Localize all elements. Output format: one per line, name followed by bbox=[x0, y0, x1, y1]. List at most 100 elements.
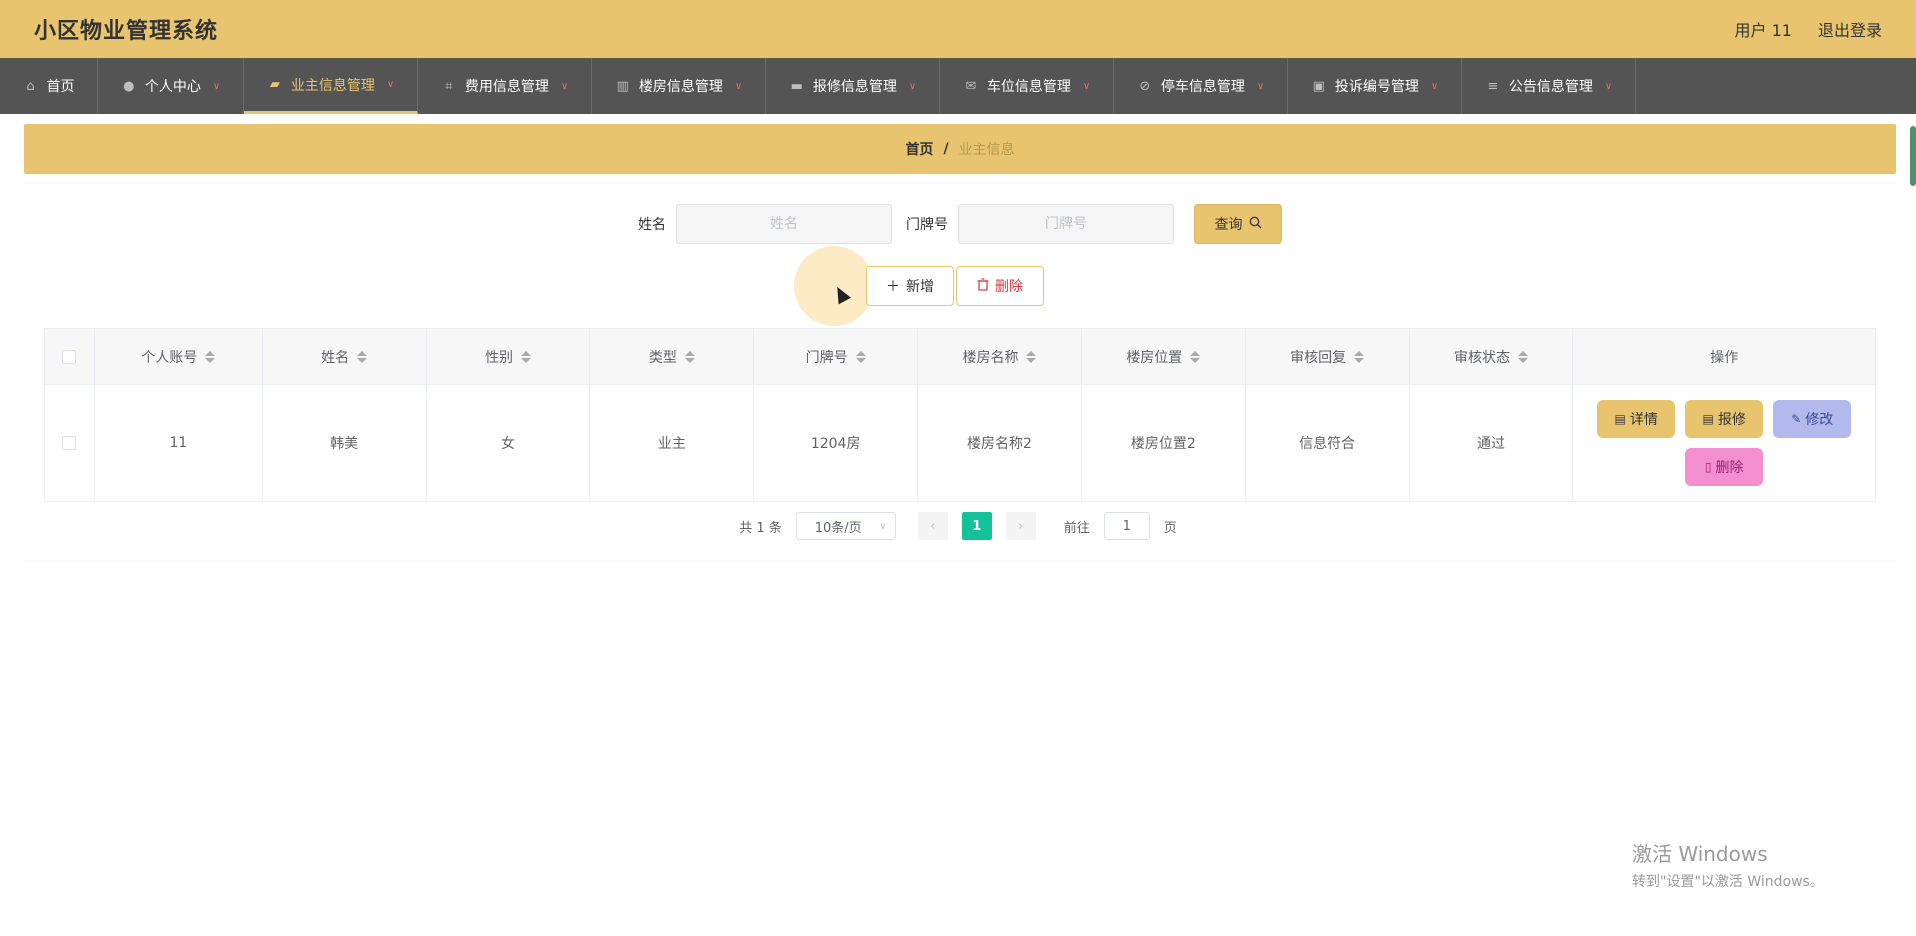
column-header: 类型 bbox=[590, 329, 755, 384]
detail-button[interactable]: ▤ 详情 bbox=[1597, 400, 1676, 438]
query-label: 查询 bbox=[1214, 217, 1243, 233]
edit-button[interactable]: ✎ 修改 bbox=[1773, 400, 1852, 438]
chevron-down-icon: ∨ bbox=[908, 80, 917, 92]
breadcrumb-home[interactable]: 首页 bbox=[905, 139, 933, 159]
nav-item-9[interactable]: ≡ 公告信息管理 ∨ bbox=[1462, 58, 1636, 114]
page-number-active[interactable]: 1 bbox=[961, 512, 992, 540]
row-delete-button-label: 删除 bbox=[1715, 460, 1744, 476]
column-header-label: 类型 bbox=[648, 349, 677, 366]
column-header: 门牌号 bbox=[754, 329, 919, 384]
user-name[interactable]: 用户 11 bbox=[1735, 17, 1792, 41]
nav-item-8[interactable]: ▣ 投诉编号管理 ∨ bbox=[1288, 58, 1462, 114]
home-icon: ⌂ bbox=[26, 78, 35, 94]
door-search-input[interactable] bbox=[958, 204, 1174, 244]
goto-page-input[interactable] bbox=[1103, 512, 1150, 540]
table-cell: 女 bbox=[427, 385, 591, 501]
watermark-subtitle: 转到"设置"以激活 Windows。 bbox=[1632, 874, 1824, 890]
delete-label: 删除 bbox=[995, 279, 1023, 295]
name-label: 姓名 bbox=[638, 217, 666, 233]
add-button[interactable]: ＋ 新增 bbox=[866, 266, 954, 306]
chevron-down-icon: ∨ bbox=[1256, 80, 1265, 92]
prev-page-button[interactable]: ‹ bbox=[917, 512, 948, 540]
logout-button[interactable]: 退出登录 bbox=[1818, 17, 1882, 41]
column-header: 楼房位置 bbox=[1082, 329, 1246, 384]
table-cell: 业主 bbox=[590, 385, 755, 501]
building-icon: ▥ bbox=[616, 78, 629, 94]
trash-icon: ▯ bbox=[1704, 460, 1712, 474]
sort-icon[interactable] bbox=[1026, 350, 1037, 363]
row-actions: ▤ 详情 ▤ 报修 ✎ 修改 ▯ 删除 bbox=[1573, 385, 1875, 501]
goto-prefix: 前往 bbox=[1063, 520, 1090, 536]
nav-item-2[interactable]: ▰ 业主信息管理 ∨ bbox=[244, 58, 418, 114]
edit-button-label: 修改 bbox=[1805, 412, 1834, 428]
sliders-icon: ≡ bbox=[1487, 78, 1499, 94]
mail-icon: ✉ bbox=[965, 78, 977, 94]
header-actions: 用户 11 退出登录 bbox=[1735, 17, 1882, 41]
batch-delete-button[interactable]: 删除 bbox=[956, 266, 1044, 306]
header-bar: 小区物业管理系统 用户 11 退出登录 bbox=[0, 0, 1916, 58]
column-header: 审核状态 bbox=[1410, 329, 1574, 384]
sort-icon[interactable] bbox=[1517, 350, 1528, 363]
table-cell: 信息符合 bbox=[1246, 385, 1410, 501]
nav-item-label: 公告信息管理 bbox=[1508, 79, 1593, 95]
scrollbar-thumb[interactable] bbox=[1910, 126, 1916, 186]
sort-icon[interactable] bbox=[1354, 350, 1365, 363]
sort-icon[interactable] bbox=[521, 350, 531, 363]
chevron-down-icon: ∨ bbox=[212, 80, 221, 92]
nav-item-4[interactable]: ▥ 楼房信息管理 ∨ bbox=[592, 58, 766, 114]
message-icon: ▬ bbox=[790, 78, 803, 94]
sort-icon[interactable] bbox=[1190, 350, 1201, 363]
nav-item-5[interactable]: ▬ 报修信息管理 ∨ bbox=[766, 58, 940, 114]
sort-icon[interactable] bbox=[357, 350, 368, 363]
app-title: 小区物业管理系统 bbox=[34, 19, 219, 44]
search-icon bbox=[1249, 216, 1262, 233]
table-cell: 楼房名称2 bbox=[918, 385, 1082, 501]
column-header-label: 楼房名称 bbox=[962, 349, 1019, 366]
crop-icon: ⌗ bbox=[445, 78, 453, 94]
nav-item-0[interactable]: ⌂ 首页 bbox=[0, 58, 98, 114]
breadcrumb-separator: / bbox=[943, 141, 949, 157]
sort-icon[interactable] bbox=[205, 350, 216, 363]
repair-button[interactable]: ▤ 报修 bbox=[1685, 400, 1764, 438]
table-cell: 楼房位置2 bbox=[1082, 385, 1246, 501]
trash-icon bbox=[977, 277, 989, 295]
nav-item-label: 投诉编号管理 bbox=[1334, 79, 1419, 95]
query-button[interactable]: 查询 bbox=[1194, 204, 1282, 244]
column-header-label: 姓名 bbox=[321, 349, 350, 366]
goto-suffix: 页 bbox=[1163, 520, 1177, 536]
table-cell: 通过 bbox=[1410, 385, 1574, 501]
sort-icon[interactable] bbox=[855, 350, 866, 363]
nav-item-7[interactable]: ⊘ 停车信息管理 ∨ bbox=[1114, 58, 1288, 114]
nav-item-6[interactable]: ✉ 车位信息管理 ∨ bbox=[940, 58, 1114, 114]
page-size-select[interactable]: 10条/页 ∨ bbox=[795, 512, 896, 540]
owner-table: 个人账号 姓名 性别 类型 门牌号 楼房名称 楼房位置 审核回复 审核状态 操作 11 韩美女业主 1… bbox=[44, 328, 1876, 502]
document-icon: ▤ bbox=[1614, 412, 1626, 426]
table-cell: 韩美 bbox=[263, 385, 427, 501]
briefcase-icon: ▣ bbox=[1312, 78, 1325, 94]
row-select-cell bbox=[45, 385, 95, 501]
total-count: 共 1 条 bbox=[739, 520, 782, 536]
chevron-down-icon: ∨ bbox=[734, 80, 743, 92]
nav-item-3[interactable]: ⌗ 费用信息管理 ∨ bbox=[418, 58, 592, 114]
search-form: 姓名 门牌号 查询 bbox=[0, 204, 1916, 244]
door-label: 门牌号 bbox=[906, 217, 948, 233]
column-header-label: 楼房位置 bbox=[1126, 349, 1183, 366]
nav-item-1[interactable]: ● 个人中心 ∨ bbox=[98, 58, 244, 114]
select-all-checkbox[interactable] bbox=[62, 349, 77, 364]
table-row: 11 韩美女业主 1204房 楼房名称2 楼房位置2 信息符合 通过 ▤ 详情 ▤ 报修 ✎ 修改 ▯ 删除 bbox=[45, 385, 1875, 501]
nav-item-label: 个人中心 bbox=[144, 79, 201, 95]
document-icon: ▤ bbox=[1702, 412, 1714, 426]
row-checkbox[interactable] bbox=[62, 436, 77, 450]
edit-icon: ✎ bbox=[1791, 412, 1802, 426]
user-icon: ● bbox=[123, 78, 135, 94]
sort-icon[interactable] bbox=[684, 350, 695, 363]
name-search-input[interactable] bbox=[676, 204, 892, 244]
column-header-label: 个人账号 bbox=[141, 349, 198, 366]
column-header: 楼房名称 bbox=[918, 329, 1082, 384]
nav-item-label: 业主信息管理 bbox=[290, 77, 375, 94]
table-header: 个人账号 姓名 性别 类型 门牌号 楼房名称 楼房位置 审核回复 审核状态 操作 bbox=[45, 329, 1875, 385]
row-delete-button[interactable]: ▯ 删除 bbox=[1685, 448, 1764, 486]
nav-item-label: 费用信息管理 bbox=[464, 79, 549, 95]
next-page-button[interactable]: › bbox=[1005, 512, 1036, 540]
column-header-label: 操作 bbox=[1710, 349, 1739, 366]
